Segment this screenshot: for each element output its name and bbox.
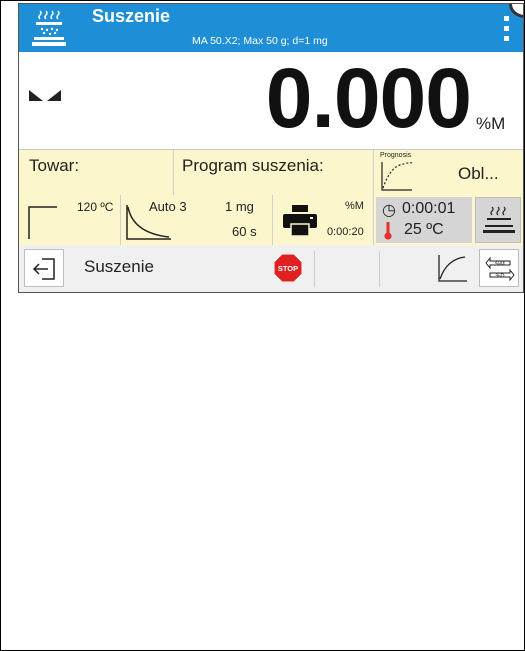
dryer-status-button[interactable] [475,197,521,243]
temperature-setpoint: 120 ºC [77,200,114,214]
svg-text:%M: %M [495,262,505,268]
stop-icon: STOP [274,254,302,282]
drying-mode-field[interactable]: Auto 3 1 mg 60 s [121,195,273,245]
menu-icon[interactable] [504,16,510,44]
divider [379,251,380,287]
weight-unit[interactable]: %M [476,114,505,134]
bottom-toolbar: Suszenie STOP %M %D [19,245,523,292]
svg-text:STOP: STOP [278,264,298,273]
prognosis-value: Obl... [458,164,499,183]
product-field[interactable]: Towar: [19,150,174,196]
program-field[interactable]: Program suszenia: [174,150,374,196]
dryer-icon [483,206,515,233]
prognosis-curve-icon [381,162,413,191]
drying-icon[interactable] [30,8,68,48]
clock-icon: ◷ [382,202,396,219]
weight-display: 0.000 %M [19,51,523,149]
weight-value: 0.000 [265,51,472,145]
title-bar: Suszenie MA 50.X2; Max 50 g; d=1 mg [19,4,523,52]
elapsed-time: 0:00:01 [402,200,456,217]
drying-graph-icon [438,255,467,282]
parameters-row: 120 ºC Auto 3 1 mg 60 s %M 0:00:20 ◷ 0:0… [19,195,523,246]
screen-frame: Suszenie MA 50.X2; Max 50 g; d=1 mg 0.00… [0,0,525,651]
chamber-temperature: 25 ºC [404,221,444,238]
unit-switch-button[interactable]: %M %D [479,249,519,287]
temperature-profile-field[interactable]: 120 ºC [19,195,121,245]
program-label: Program suszenia: [182,156,324,175]
prognosis-field[interactable]: Prognosis Obl... [374,150,523,196]
drying-mode: Auto 3 [149,199,187,214]
temperature-profile-icon [28,206,57,239]
prognosis-caption: Prognosis [380,152,412,159]
svg-text:%D: %D [496,274,505,280]
printer-icon [283,205,317,237]
mass-threshold: 1 mg [225,199,254,214]
stop-button[interactable]: STOP [269,249,307,287]
divider [314,251,315,287]
graph-button[interactable] [431,249,471,287]
balance-spec: MA 50.X2; Max 50 g; d=1 mg [192,35,328,47]
print-unit: %M [345,200,364,212]
thermometer-icon [384,222,392,240]
stability-icon [29,90,61,101]
exit-button[interactable] [24,249,64,287]
print-interval: 0:00:20 [327,226,364,238]
product-label: Towar: [29,156,80,175]
time-interval: 60 s [232,224,257,239]
timer-temperature-field: ◷ 0:00:01 25 ºC [376,197,472,243]
info-row: Towar: Program suszenia: Prognosis Obl..… [19,149,523,197]
process-label: Suszenie [84,257,154,276]
exit-icon [32,258,55,280]
unit-switch-icon: %M %D [485,256,515,282]
balance-screen: Suszenie MA 50.X2; Max 50 g; d=1 mg 0.00… [18,3,524,293]
printout-field[interactable]: %M 0:00:20 [273,195,374,245]
mode-title: Suszenie [92,6,171,26]
